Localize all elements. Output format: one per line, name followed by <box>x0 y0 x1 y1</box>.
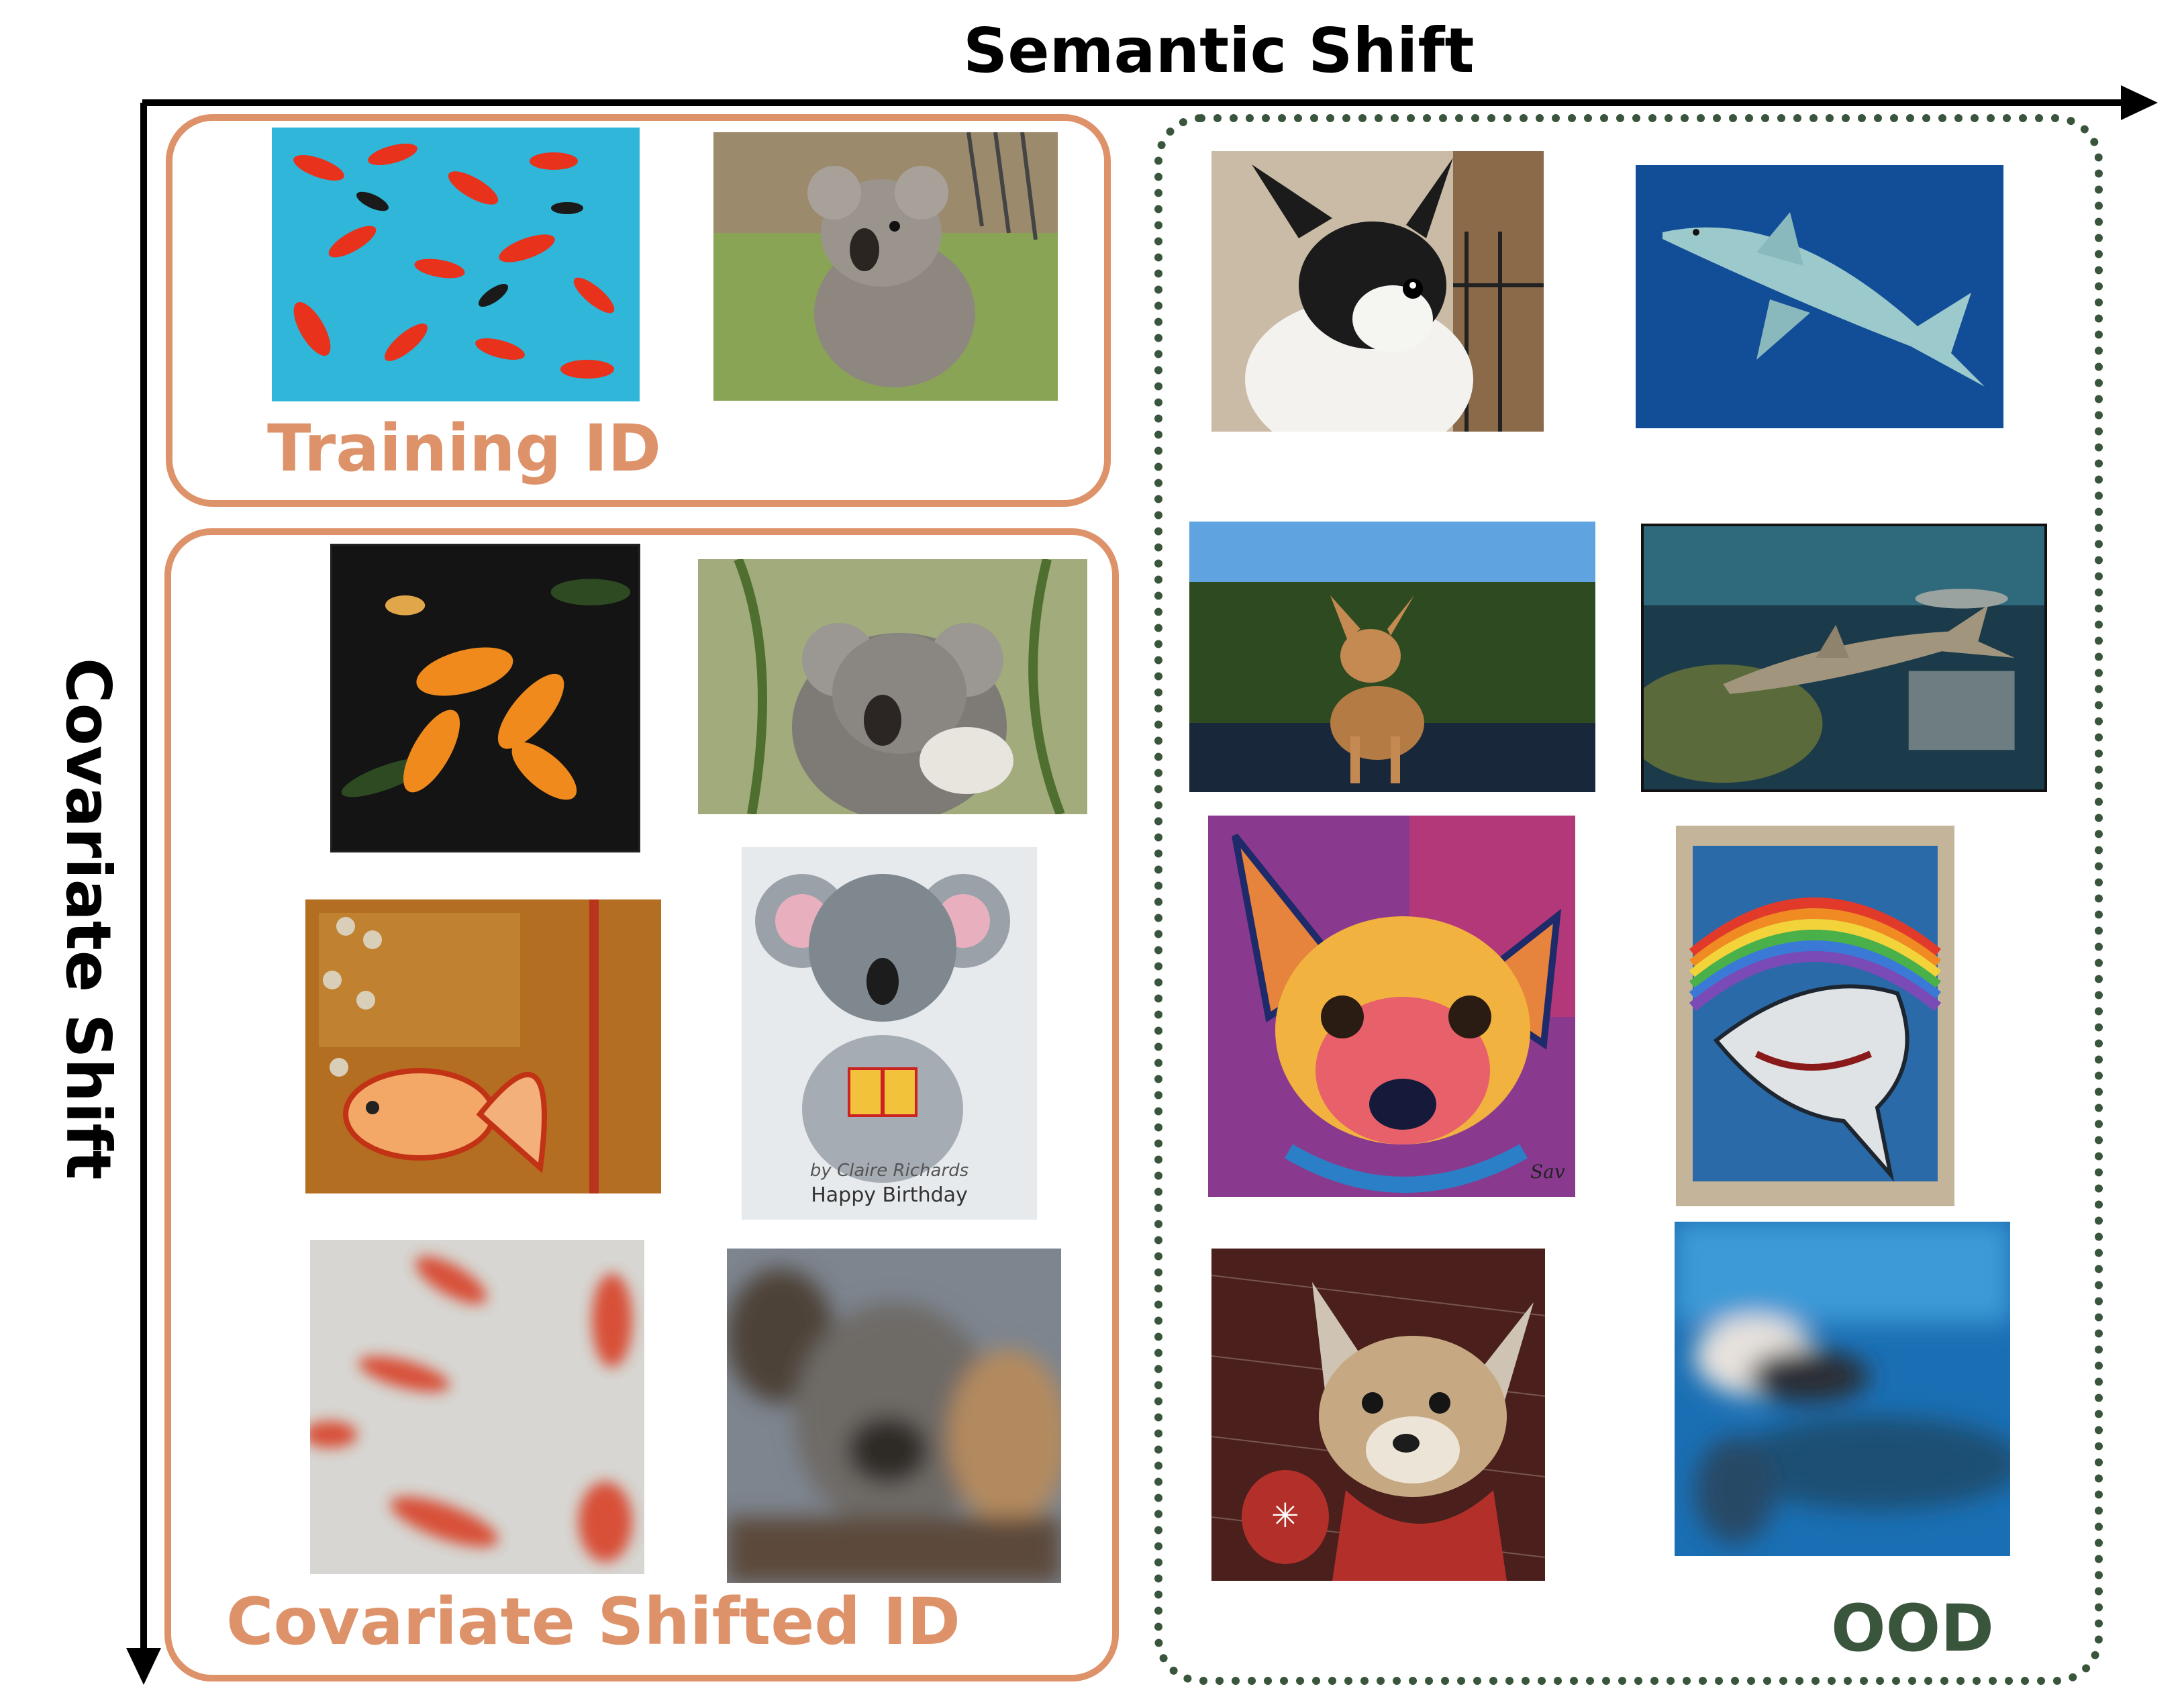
goldfish-icon <box>332 546 638 850</box>
koala-icon <box>713 132 1058 401</box>
y-axis-arrow <box>126 103 161 1685</box>
koala-photo <box>713 132 1058 401</box>
chihuahua-photo <box>1211 151 1544 432</box>
training-id-label: Training ID <box>267 411 662 486</box>
chihuahua-icon: ✳ <box>1211 1249 1545 1581</box>
svg-text:by Claire Richards: by Claire Richards <box>810 1161 969 1181</box>
koala-icon <box>698 559 1087 814</box>
shark-rainbow-art <box>1676 826 1954 1206</box>
svg-text:Happy Birthday: Happy Birthday <box>811 1183 968 1207</box>
chihuahua-icon <box>1189 522 1595 792</box>
chihuahua-sketch: ✳ <box>1211 1249 1545 1581</box>
goldfish-icon <box>272 128 640 401</box>
koala-blurred-photo <box>727 1249 1061 1583</box>
goldfish-dark-photo <box>330 544 640 852</box>
goldfish-photo <box>272 128 640 401</box>
goldfish-blurred-photo <box>310 1240 644 1574</box>
painting-signature: Sav <box>1530 1161 1565 1183</box>
koala-icon: by Claire Richards Happy Birthday <box>742 847 1037 1220</box>
shark-blurred-photo <box>1675 1222 2010 1556</box>
chihuahua-outdoor-photo <box>1189 522 1595 792</box>
shark-icon <box>1676 826 1954 1206</box>
koala-closeup-photo <box>698 559 1087 814</box>
shark-icon <box>1636 165 2003 428</box>
ood-taxonomy-figure: Semantic Shift Covariate Shift Training … <box>0 0 2184 1707</box>
koala-birthday-drawing: by Claire Richards Happy Birthday <box>742 847 1037 1220</box>
goldfish-painting <box>305 899 661 1193</box>
goldfish-icon <box>305 899 661 1193</box>
koala-icon <box>727 1249 1061 1583</box>
shark-aquarium-photo <box>1641 524 2047 792</box>
drawing-caption: by Claire Richards Happy Birthday <box>810 1161 969 1207</box>
covariate-shifted-id-label: Covariate Shifted ID <box>226 1584 960 1659</box>
chihuahua-painting: Sav <box>1208 816 1575 1197</box>
svg-text:✳: ✳ <box>1271 1496 1299 1535</box>
goldfish-icon <box>310 1240 644 1574</box>
shark-icon <box>1675 1222 2010 1556</box>
chihuahua-icon <box>1211 151 1544 432</box>
x-axis-title: Semantic Shift <box>963 15 1475 87</box>
ood-label: OOD <box>1831 1591 1994 1666</box>
shark-icon <box>1644 526 2044 789</box>
y-axis-title: Covariate Shift <box>52 658 124 1180</box>
chihuahua-icon: Sav <box>1208 816 1575 1197</box>
shark-photo <box>1636 165 2003 428</box>
